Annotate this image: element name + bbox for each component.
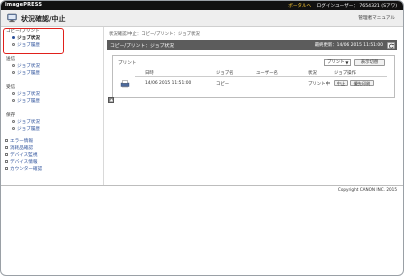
sort-icon[interactable] [108,97,114,103]
sidebar-group-send: 送信 [6,57,16,62]
cell-datetime: 14/06 2015 11:51:00 [145,80,192,86]
column-job-operation: ジョブ操作 [334,71,356,76]
copy-job-icon [120,80,130,88]
sidebar-item-label: ジョブ状況 [17,64,40,69]
sidebar-item-device-info[interactable]: デバイス情報 [2,159,105,166]
status-monitor-icon [7,13,17,23]
sidebar-divider [103,27,104,185]
table-header: 日時 ジョブ名 ユーザー名 状況 ジョブ操作 [135,70,387,77]
sidebar-item-label: 消耗品確認 [10,146,33,151]
copyright: Copyright CANON INC. 2015 [337,186,397,192]
page-title: 状況確認/中止 [21,14,66,23]
expand-icon [5,152,8,156]
login-user: ログインユーザー： 7654321 (Sアワ) [316,3,397,9]
table-row: 14/06 2015 11:51:00 コピー プリント中 中止 優先印刷 [117,77,389,89]
sidebar-item-receive-job-status[interactable]: ジョブ状況 [2,91,112,98]
section-title: コピー/プリント：ジョブ状況 [110,44,174,49]
section-header: コピー/プリント：ジョブ状況 最終更新：14/06 2015 11:51:00 [107,40,397,50]
job-panel: プリント プリント ▼ 表示切替 日時 ジョブ名 ユーザー名 状況 ジョブ操作 … [112,55,395,98]
column-job-name: ジョブ名 [216,71,234,76]
expand-icon [5,138,8,142]
bullet-icon [12,70,15,74]
arrow-up-icon [109,98,114,102]
brand-logo: imagePRESS [5,2,43,8]
sidebar-item-label: エラー情報 [10,139,33,144]
sidebar-item-store-job-status[interactable]: ジョブ状況 [2,119,112,126]
sidebar-item-label: ジョブ履歴 [17,71,40,76]
cell-status: プリント中 [308,81,330,87]
panel-label: プリント [118,60,137,66]
breadcrumb: 状況確認/中止：コピー/プリント：ジョブ状況 [109,32,200,37]
sidebar-item-error-info[interactable]: エラー情報 [2,138,105,145]
cancel-button[interactable]: 中止 [334,79,348,86]
last-update: 最終更新：14/06 2015 11:51:00 [314,43,383,49]
sidebar-item-counter[interactable]: カウンター確認 [2,166,105,173]
sidebar-group-receive: 受信 [6,85,16,90]
column-status: 状況 [308,71,317,76]
bullet-icon [12,91,15,95]
sidebar-item-consumables[interactable]: 消耗品確認 [2,145,105,152]
highlight-box [3,28,64,54]
portal-link[interactable]: ポータルへ [288,4,311,9]
bullet-icon [12,98,15,102]
refresh-icon [389,43,395,49]
expand-icon [5,159,8,163]
priority-print-button[interactable]: 優先印刷 [350,79,374,86]
sidebar-group-store: 保存 [6,113,16,118]
window-frame: imagePRESS ポータルへ ログインユーザー： 7654321 (Sアワ)… [0,0,404,276]
sidebar-item-send-job-status[interactable]: ジョブ状況 [2,63,112,70]
top-bar: imagePRESS ポータルへ ログインユーザー： 7654321 (Sアワ) [1,1,403,10]
sidebar-item-device-monitor[interactable]: デバイス監視 [2,152,105,159]
sidebar-item-receive-job-history[interactable]: ジョブ履歴 [2,98,112,105]
bullet-icon [12,119,15,123]
refresh-button[interactable] [387,41,395,49]
sidebar-item-label: ジョブ履歴 [17,99,40,104]
expand-icon [5,166,8,170]
display-switch-button[interactable]: 表示切替 [354,59,385,66]
cell-job-name: コピー [216,81,230,87]
sidebar-item-store-job-history[interactable]: ジョブ履歴 [2,126,112,133]
bullet-icon [12,63,15,67]
sidebar-item-label: ジョブ履歴 [17,127,40,132]
title-bar: 状況確認/中止 管理者マニュアル [1,10,403,27]
top-links: ポータルへ ログインユーザー： 7654321 (Sアワ) [284,3,397,9]
column-datetime: 日時 [145,71,154,76]
sidebar-item-label: ジョブ状況 [17,120,40,125]
manual-link[interactable]: 管理者マニュアル [358,15,395,21]
select-value: プリント [327,60,345,65]
bullet-icon [12,126,15,130]
job-type-select[interactable]: プリント ▼ [324,59,351,66]
sidebar-item-send-job-history[interactable]: ジョブ履歴 [2,70,112,77]
sidebar-item-label: デバイス監視 [10,153,38,158]
sidebar-item-label: カウンター確認 [10,167,43,172]
expand-icon [5,145,8,149]
sidebar-item-label: ジョブ状況 [17,92,40,97]
chevron-down-icon: ▼ [345,60,349,65]
column-user-name: ユーザー名 [256,71,278,76]
sidebar-item-label: デバイス情報 [10,160,38,165]
